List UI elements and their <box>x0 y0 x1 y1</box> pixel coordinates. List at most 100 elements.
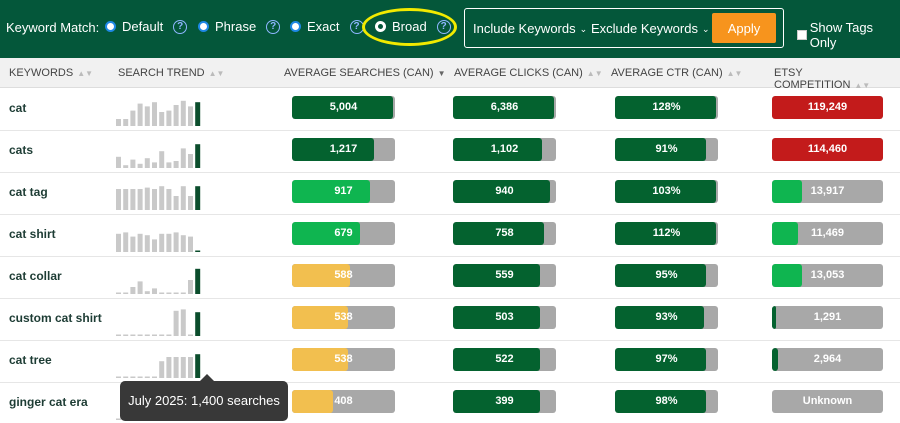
search-trend-sparkline[interactable] <box>116 180 208 210</box>
apply-button[interactable]: Apply <box>712 13 776 43</box>
trend-bar[interactable] <box>180 100 186 126</box>
trend-bar[interactable] <box>188 106 193 126</box>
trend-bar[interactable] <box>180 148 186 168</box>
trend-bar[interactable] <box>166 162 172 168</box>
keyword-text[interactable]: custom cat shirt <box>9 311 102 325</box>
trend-bar[interactable] <box>130 189 136 210</box>
trend-bar[interactable] <box>144 291 150 294</box>
exclude-keywords-dropdown[interactable]: Exclude Keywords ⌄ <box>591 21 710 36</box>
match-option-default[interactable]: Default ? <box>105 19 188 34</box>
trend-bar[interactable] <box>152 334 157 337</box>
show-tags-only-checkbox[interactable] <box>797 30 807 40</box>
trend-bar[interactable] <box>116 334 121 337</box>
trend-bar[interactable] <box>137 103 143 126</box>
trend-bar[interactable] <box>159 292 165 295</box>
trend-bar[interactable] <box>116 189 121 210</box>
trend-bar[interactable] <box>195 186 201 210</box>
include-keywords-dropdown[interactable]: Include Keywords ⌄ <box>473 21 587 36</box>
trend-bar[interactable] <box>152 239 157 252</box>
trend-bar[interactable] <box>188 236 193 252</box>
trend-bar[interactable] <box>166 189 172 210</box>
keyword-text[interactable]: cat <box>9 101 26 115</box>
match-option-phrase[interactable]: Phrase ? <box>198 19 281 34</box>
trend-bar[interactable] <box>195 144 201 168</box>
trend-bar[interactable] <box>195 312 201 336</box>
trend-bar[interactable] <box>195 268 201 294</box>
column-header-trend[interactable]: SEARCH TREND ▲▼ <box>118 67 224 79</box>
help-icon[interactable]: ? <box>173 19 188 34</box>
trend-bar[interactable] <box>137 281 143 294</box>
trend-bar[interactable] <box>130 287 136 294</box>
keyword-text[interactable]: cat collar <box>9 269 62 283</box>
show-tags-only-toggle[interactable]: Show Tags Only <box>797 20 900 50</box>
keyword-text[interactable]: ginger cat era <box>9 395 88 409</box>
trend-bar[interactable] <box>144 334 150 337</box>
column-header-keywords[interactable]: KEYWORDS ▲▼ <box>9 67 93 79</box>
trend-bar[interactable] <box>166 357 172 378</box>
table-row[interactable]: cat shirt 679 758 112% 11,469 <box>0 215 900 257</box>
trend-bar[interactable] <box>152 189 157 210</box>
trend-bar[interactable] <box>159 361 165 378</box>
column-header-clicks[interactable]: AVERAGE CLICKS (CAN) ▲▼ <box>454 67 603 79</box>
trend-bar[interactable] <box>130 159 136 168</box>
trend-bar[interactable] <box>173 105 179 126</box>
trend-bar[interactable] <box>123 189 129 210</box>
trend-bar[interactable] <box>173 357 179 378</box>
trend-bar[interactable] <box>152 102 157 126</box>
trend-bar[interactable] <box>137 233 143 252</box>
trend-bar[interactable] <box>116 376 121 379</box>
trend-bar[interactable] <box>137 334 143 337</box>
keyword-text[interactable]: cat shirt <box>9 227 56 241</box>
trend-bar[interactable] <box>130 110 136 126</box>
table-row[interactable]: cat 5,004 6,386 128% 119,249 <box>0 89 900 131</box>
search-trend-sparkline[interactable] <box>116 306 208 336</box>
trend-bar[interactable] <box>137 376 143 379</box>
search-trend-sparkline[interactable] <box>116 348 208 378</box>
trend-bar[interactable] <box>166 292 172 295</box>
trend-bar[interactable] <box>137 163 143 168</box>
trend-bar[interactable] <box>123 292 129 295</box>
table-row[interactable]: cat tree 538 522 97% 2,964 <box>0 341 900 383</box>
column-header-ctr[interactable]: AVERAGE CTR (CAN) ▲▼ <box>611 67 742 79</box>
search-trend-sparkline[interactable] <box>116 222 208 252</box>
table-row[interactable]: cat collar 588 559 95% 13,053 <box>0 257 900 299</box>
keyword-text[interactable]: cats <box>9 143 33 157</box>
trend-bar[interactable] <box>152 288 157 294</box>
trend-bar[interactable] <box>152 162 157 168</box>
search-trend-sparkline[interactable] <box>116 264 208 294</box>
trend-bar[interactable] <box>173 196 179 210</box>
trend-bar[interactable] <box>144 235 150 252</box>
trend-bar[interactable] <box>166 233 172 252</box>
match-option-exact[interactable]: Exact ? <box>290 19 364 34</box>
search-trend-sparkline[interactable] <box>116 96 208 126</box>
help-icon[interactable]: ? <box>266 19 281 34</box>
column-header-searches[interactable]: AVERAGE SEARCHES (CAN) ▼ <box>284 67 445 79</box>
trend-bar[interactable] <box>180 357 186 378</box>
trend-bar[interactable] <box>173 292 179 295</box>
trend-bar[interactable] <box>159 334 165 337</box>
trend-bar[interactable] <box>116 119 121 126</box>
trend-bar[interactable] <box>188 280 193 294</box>
trend-bar[interactable] <box>173 232 179 252</box>
trend-bar[interactable] <box>159 186 165 210</box>
trend-bar[interactable] <box>188 196 193 210</box>
trend-bar[interactable] <box>195 250 201 253</box>
trend-bar[interactable] <box>144 158 150 168</box>
trend-bar[interactable] <box>130 236 136 252</box>
radio-default[interactable] <box>105 21 116 32</box>
trend-bar[interactable] <box>144 106 150 126</box>
trend-bar[interactable] <box>144 187 150 210</box>
radio-phrase[interactable] <box>198 21 209 32</box>
trend-bar[interactable] <box>123 232 129 252</box>
table-row[interactable]: cats 1,217 1,102 91% 114,460 <box>0 131 900 173</box>
trend-bar[interactable] <box>180 309 186 336</box>
trend-bar[interactable] <box>130 334 136 337</box>
trend-bar[interactable] <box>152 376 157 379</box>
trend-bar[interactable] <box>123 165 129 168</box>
radio-exact[interactable] <box>290 21 301 32</box>
trend-bar[interactable] <box>123 119 129 126</box>
keyword-text[interactable]: cat tag <box>9 185 48 199</box>
table-row[interactable]: cat tag 917 940 103% 13,917 <box>0 173 900 215</box>
trend-bar[interactable] <box>180 292 186 295</box>
trend-bar[interactable] <box>188 334 193 337</box>
